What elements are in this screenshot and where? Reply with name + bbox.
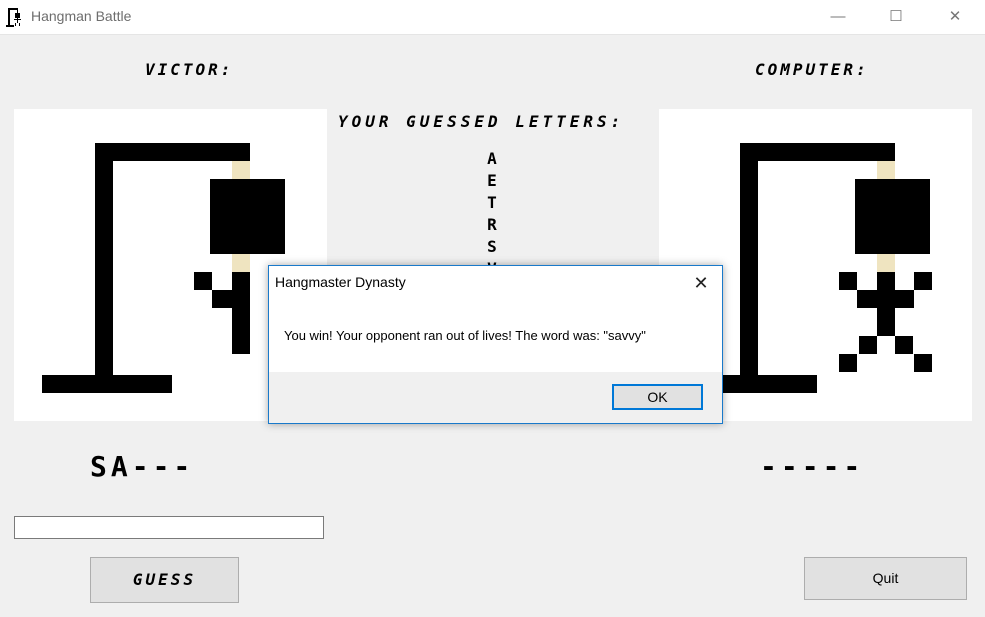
computer-name-label: COMPUTER: <box>755 60 869 79</box>
guessed-letter: A <box>487 149 497 168</box>
dialog-message: You win! Your opponent ran out of lives!… <box>284 328 646 343</box>
quit-button[interactable]: Quit <box>804 557 967 600</box>
guessed-letter: S <box>487 237 497 256</box>
dialog-footer: OK <box>269 372 722 423</box>
minimize-button[interactable]: — <box>815 0 861 34</box>
player-name-label: VICTOR: <box>145 60 234 79</box>
window-title: Hangman Battle <box>31 8 132 24</box>
dialog-title: Hangmaster Dynasty <box>275 274 406 290</box>
guessed-letter: T <box>487 193 497 212</box>
guessed-letter: R <box>487 215 497 234</box>
dialog-close-icon[interactable]: ✕ <box>687 270 715 296</box>
guessed-letters-title: YOUR GUESSED LETTERS: <box>338 112 625 131</box>
guessed-letter: E <box>487 171 497 190</box>
win-dialog: Hangmaster Dynasty ✕ You win! Your oppon… <box>268 265 723 424</box>
maximize-button[interactable]: ☐ <box>873 0 919 34</box>
guess-button[interactable]: GUESS <box>90 557 239 603</box>
player-word-display: SA--- <box>90 450 195 483</box>
ok-button[interactable]: OK <box>612 384 703 410</box>
computer-word-display: ----- <box>760 450 865 483</box>
guess-input[interactable] <box>14 516 324 539</box>
hangman-app-icon <box>6 8 21 27</box>
title-bar: Hangman Battle — ☐ ✕ <box>0 0 985 35</box>
close-window-button[interactable]: ✕ <box>932 0 978 34</box>
guessed-letters-list: A E T R S V <box>480 148 504 280</box>
